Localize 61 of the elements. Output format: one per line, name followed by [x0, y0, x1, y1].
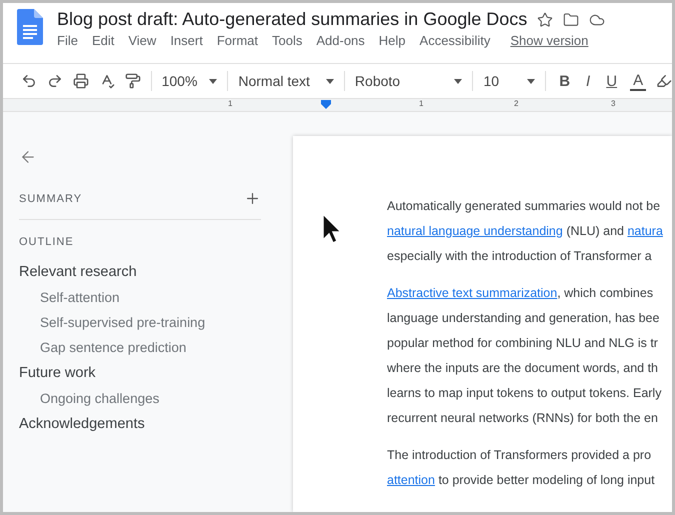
text-link[interactable]: attention — [387, 473, 435, 487]
menu-item[interactable]: View — [128, 33, 156, 48]
paragraph-line: attention to provide better modeling of long input — [387, 472, 655, 489]
show-version-link[interactable]: Show version — [510, 33, 588, 48]
zoom-dropdown[interactable]: 100% — [162, 73, 218, 89]
format-button[interactable]: A — [630, 72, 646, 90]
style-dropdown[interactable]: Normal text — [238, 73, 334, 89]
text-link[interactable]: Abstractive text summarization — [387, 286, 558, 300]
indent-marker-icon[interactable] — [321, 100, 331, 109]
format-button[interactable]: B — [556, 72, 574, 90]
outline-heading[interactable]: Future work — [19, 361, 96, 387]
menu-item[interactable]: Help — [378, 33, 406, 48]
add-icon[interactable] — [244, 190, 261, 207]
paragraph-line: especially with the introduction of Transformer a — [387, 248, 652, 265]
undo-icon[interactable] — [21, 73, 37, 89]
menu-item[interactable]: Format — [216, 33, 258, 48]
paragraph-line: learns to map input tokens to output tokens. Early — [387, 385, 662, 402]
menu-item[interactable]: Insert — [170, 33, 203, 48]
paragraph-line: Abstractive text summarization, which combines — [387, 285, 654, 302]
highlighter-icon[interactable] — [656, 73, 672, 89]
menu-item[interactable]: Edit — [92, 33, 114, 48]
menu-item[interactable]: Accessibility — [420, 33, 490, 48]
caret-icon — [527, 78, 536, 84]
paragraph-line: recurrent neural networks (RNNs) for both the en — [387, 410, 658, 427]
star-icon[interactable] — [537, 12, 554, 28]
outline-subheading[interactable]: Self-supervised pre-training — [19, 311, 206, 336]
paint-format-icon[interactable] — [124, 73, 141, 89]
font-dropdown[interactable]: Roboto — [354, 73, 462, 89]
document-title[interactable]: Blog post draft: Auto-generated summaries in Google Docs — [57, 9, 528, 30]
text-link[interactable]: natural language understanding — [387, 224, 563, 238]
outline-heading[interactable]: Acknowledgements — [19, 412, 145, 438]
ruler-number: 1 — [228, 99, 232, 108]
ruler-number: 1 — [419, 99, 424, 108]
ruler-number: 2 — [514, 99, 518, 108]
paragraph-line: The introduction of Transformers provided a pro — [387, 447, 652, 464]
summary-heading: SUMMARY — [19, 192, 82, 204]
ruler-number: 3 — [611, 99, 616, 108]
menu-item[interactable]: Add-ons — [316, 33, 365, 48]
outline-heading[interactable]: Relevant research — [19, 260, 137, 286]
redo-icon[interactable] — [46, 73, 63, 89]
folder-icon[interactable] — [563, 12, 580, 28]
caret-icon — [454, 78, 462, 84]
outline-label: OUTLINE — [19, 236, 74, 248]
paragraph-line: natural language understanding (NLU) and natura — [387, 223, 663, 240]
docs-logo-icon[interactable] — [17, 9, 43, 45]
caret-icon — [209, 78, 218, 84]
paragraph-line: where the inputs are the document words, and th — [387, 360, 658, 377]
print-icon[interactable] — [72, 73, 89, 89]
format-button[interactable]: U — [603, 72, 620, 90]
paragraph-line: popular method for combining NLU and NLG is tr — [387, 335, 658, 352]
menu-item[interactable]: File — [57, 33, 78, 48]
outline-subheading[interactable]: Self-attention — [19, 286, 120, 311]
caret-icon — [326, 78, 334, 84]
paragraph-line: Automatically generated summaries would not be — [387, 198, 660, 215]
text-link[interactable]: natura — [627, 224, 663, 238]
font-size-dropdown[interactable]: 10 — [483, 73, 536, 89]
outline-subheading[interactable]: Ongoing challenges — [19, 387, 160, 412]
paragraph-line: language understanding and generation, has bee — [387, 310, 660, 327]
outline-subheading[interactable]: Gap sentence prediction — [19, 336, 186, 361]
menu-item[interactable]: Tools — [272, 33, 302, 48]
format-button[interactable]: I — [583, 72, 594, 90]
